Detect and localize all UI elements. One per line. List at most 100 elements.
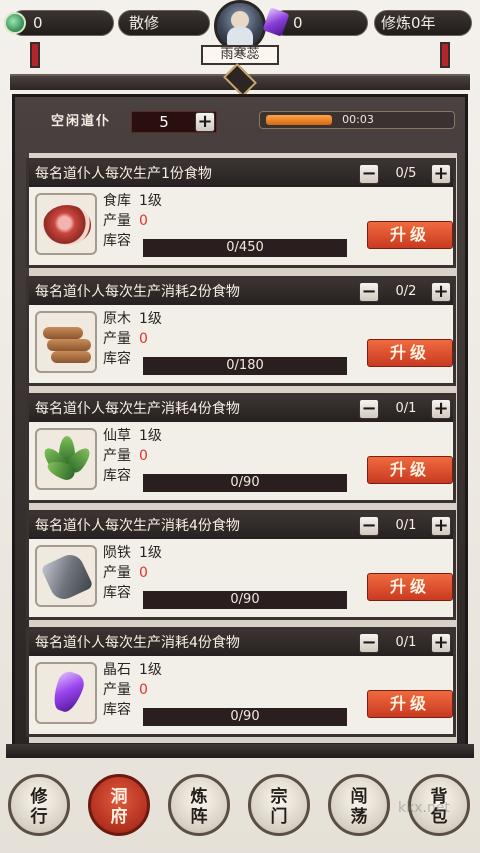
card-title: 每名道仆人每次生产消耗4份食物 bbox=[35, 635, 240, 651]
nav-label-1: 修 bbox=[30, 787, 48, 807]
upgrade-button[interactable]: 升级 bbox=[367, 221, 453, 249]
worker-minus-button[interactable]: − bbox=[359, 633, 379, 653]
lantern-left bbox=[30, 42, 40, 68]
herb-icon bbox=[35, 428, 97, 490]
nav-cave-button[interactable]: 洞府 bbox=[88, 774, 150, 836]
nav-formation-button[interactable]: 炼阵 bbox=[168, 774, 230, 836]
production-card: 每名道仆人每次生产消耗4份食物 − 0/1 + 晶石 1级 产量 0 库容 0/… bbox=[26, 627, 456, 737]
capacity-text: 0/180 bbox=[226, 358, 264, 373]
watermark: kkx.net bbox=[398, 800, 450, 816]
upgrade-button[interactable]: 升级 bbox=[367, 573, 453, 601]
worker-minus-button[interactable]: − bbox=[359, 516, 379, 536]
wood-log-icon bbox=[35, 311, 97, 373]
worker-plus-button[interactable]: + bbox=[431, 399, 451, 419]
capacity-bar: 0/90 bbox=[143, 591, 347, 609]
nav-adventure-button[interactable]: 闯荡 bbox=[328, 774, 390, 836]
nav-label-1: 闯 bbox=[350, 787, 368, 807]
output-value: 0 bbox=[139, 213, 148, 229]
worker-minus-button[interactable]: − bbox=[359, 164, 379, 184]
capacity-text: 0/450 bbox=[226, 240, 264, 255]
output-label: 产量 bbox=[103, 331, 131, 347]
card-title: 每名道仆人每次生产1份食物 bbox=[35, 166, 212, 182]
capacity-bar: 0/90 bbox=[143, 474, 347, 492]
worker-minus-button[interactable]: − bbox=[359, 399, 379, 419]
worker-count: 0/1 bbox=[395, 401, 417, 416]
idle-plus-button[interactable]: + bbox=[195, 112, 215, 132]
production-timer: 00:03 bbox=[259, 111, 455, 129]
card-header: 每名道仆人每次生产1份食物 − 0/5 + bbox=[29, 161, 453, 187]
output-value: 0 bbox=[139, 682, 148, 698]
capacity-text: 0/90 bbox=[230, 709, 260, 724]
capacity-label: 库容 bbox=[103, 702, 131, 718]
capacity-bar: 0/90 bbox=[143, 708, 347, 726]
roof-ornament bbox=[223, 63, 257, 97]
nav-label-2: 行 bbox=[30, 807, 48, 827]
resource-level: 1级 bbox=[139, 662, 162, 678]
capacity-label: 库容 bbox=[103, 233, 131, 249]
capacity-bar: 0/180 bbox=[143, 357, 347, 375]
worker-plus-button[interactable]: + bbox=[431, 164, 451, 184]
iron-ore-icon bbox=[35, 545, 97, 607]
nav-label-2: 门 bbox=[270, 807, 288, 827]
worker-count: 0/1 bbox=[395, 518, 417, 533]
player-name: 雨寒蕊 bbox=[201, 45, 279, 65]
production-card: 每名道仆人每次生产消耗2份食物 − 0/2 + 原木 1级 产量 0 库容 0/… bbox=[26, 276, 456, 386]
timer-text: 00:03 bbox=[342, 113, 374, 126]
output-value: 0 bbox=[139, 331, 148, 347]
output-label: 产量 bbox=[103, 448, 131, 464]
card-header: 每名道仆人每次生产消耗4份食物 − 0/1 + bbox=[29, 396, 453, 422]
capacity-label: 库容 bbox=[103, 468, 131, 484]
capacity-text: 0/90 bbox=[230, 592, 260, 607]
card-header: 每名道仆人每次生产消耗2份食物 − 0/2 + bbox=[29, 279, 453, 305]
idle-servants-value: 5 bbox=[159, 113, 169, 131]
worker-plus-button[interactable]: + bbox=[431, 516, 451, 536]
meat-icon bbox=[35, 193, 97, 255]
nav-label-1: 炼 bbox=[190, 787, 208, 807]
cultivation-text: 修炼0年 bbox=[381, 14, 436, 32]
top-hud: 0 散修 0 修炼0年 bbox=[0, 0, 480, 52]
card-header: 每名道仆人每次生产消耗4份食物 − 0/1 + bbox=[29, 513, 453, 539]
capacity-bar: 0/450 bbox=[143, 239, 347, 257]
sect-button[interactable]: 散修 bbox=[118, 10, 210, 36]
card-title: 每名道仆人每次生产消耗4份食物 bbox=[35, 401, 240, 417]
resource-level: 1级 bbox=[139, 311, 162, 327]
resource-name: 仙草 bbox=[103, 428, 131, 444]
output-value: 0 bbox=[139, 565, 148, 581]
jade-count: 0 bbox=[33, 14, 43, 32]
roof-beam bbox=[0, 63, 480, 97]
output-label: 产量 bbox=[103, 565, 131, 581]
resource-level: 1级 bbox=[139, 428, 162, 444]
production-card: 每名道仆人每次生产消耗4份食物 − 0/1 + 仙草 1级 产量 0 库容 0/… bbox=[26, 393, 456, 503]
nav-sect-button[interactable]: 宗门 bbox=[248, 774, 310, 836]
capacity-label: 库容 bbox=[103, 585, 131, 601]
bottom-beam bbox=[6, 744, 474, 758]
production-card: 每名道仆人每次生产1份食物 − 0/5 + 食库 1级 产量 0 库容 0/45… bbox=[26, 158, 456, 268]
card-title: 每名道仆人每次生产消耗2份食物 bbox=[35, 284, 240, 300]
output-value: 0 bbox=[139, 448, 148, 464]
capacity-text: 0/90 bbox=[230, 475, 260, 490]
idle-servants-box: 5 + bbox=[131, 111, 217, 133]
resource-level: 1级 bbox=[139, 545, 162, 561]
upgrade-button[interactable]: 升级 bbox=[367, 456, 453, 484]
nav-label-1: 宗 bbox=[270, 787, 288, 807]
nav-label-1: 洞 bbox=[110, 787, 128, 807]
upgrade-button[interactable]: 升级 bbox=[367, 339, 453, 367]
resource-level: 1级 bbox=[139, 193, 162, 209]
worker-minus-button[interactable]: − bbox=[359, 282, 379, 302]
cultivation-button[interactable]: 修炼0年 bbox=[374, 10, 472, 36]
upgrade-button[interactable]: 升级 bbox=[367, 690, 453, 718]
resource-name: 原木 bbox=[103, 311, 131, 327]
sect-name: 散修 bbox=[129, 14, 160, 32]
resource-name: 陨铁 bbox=[103, 545, 131, 561]
worker-plus-button[interactable]: + bbox=[431, 633, 451, 653]
output-label: 产量 bbox=[103, 682, 131, 698]
nav-cultivate-button[interactable]: 修行 bbox=[8, 774, 70, 836]
worker-count: 0/2 bbox=[395, 284, 417, 299]
lantern-right bbox=[440, 42, 450, 68]
nav-label-2: 府 bbox=[110, 807, 128, 827]
capacity-label: 库容 bbox=[103, 351, 131, 367]
avatar-body bbox=[227, 27, 253, 47]
jade-icon bbox=[4, 12, 26, 34]
output-label: 产量 bbox=[103, 213, 131, 229]
worker-plus-button[interactable]: + bbox=[431, 282, 451, 302]
